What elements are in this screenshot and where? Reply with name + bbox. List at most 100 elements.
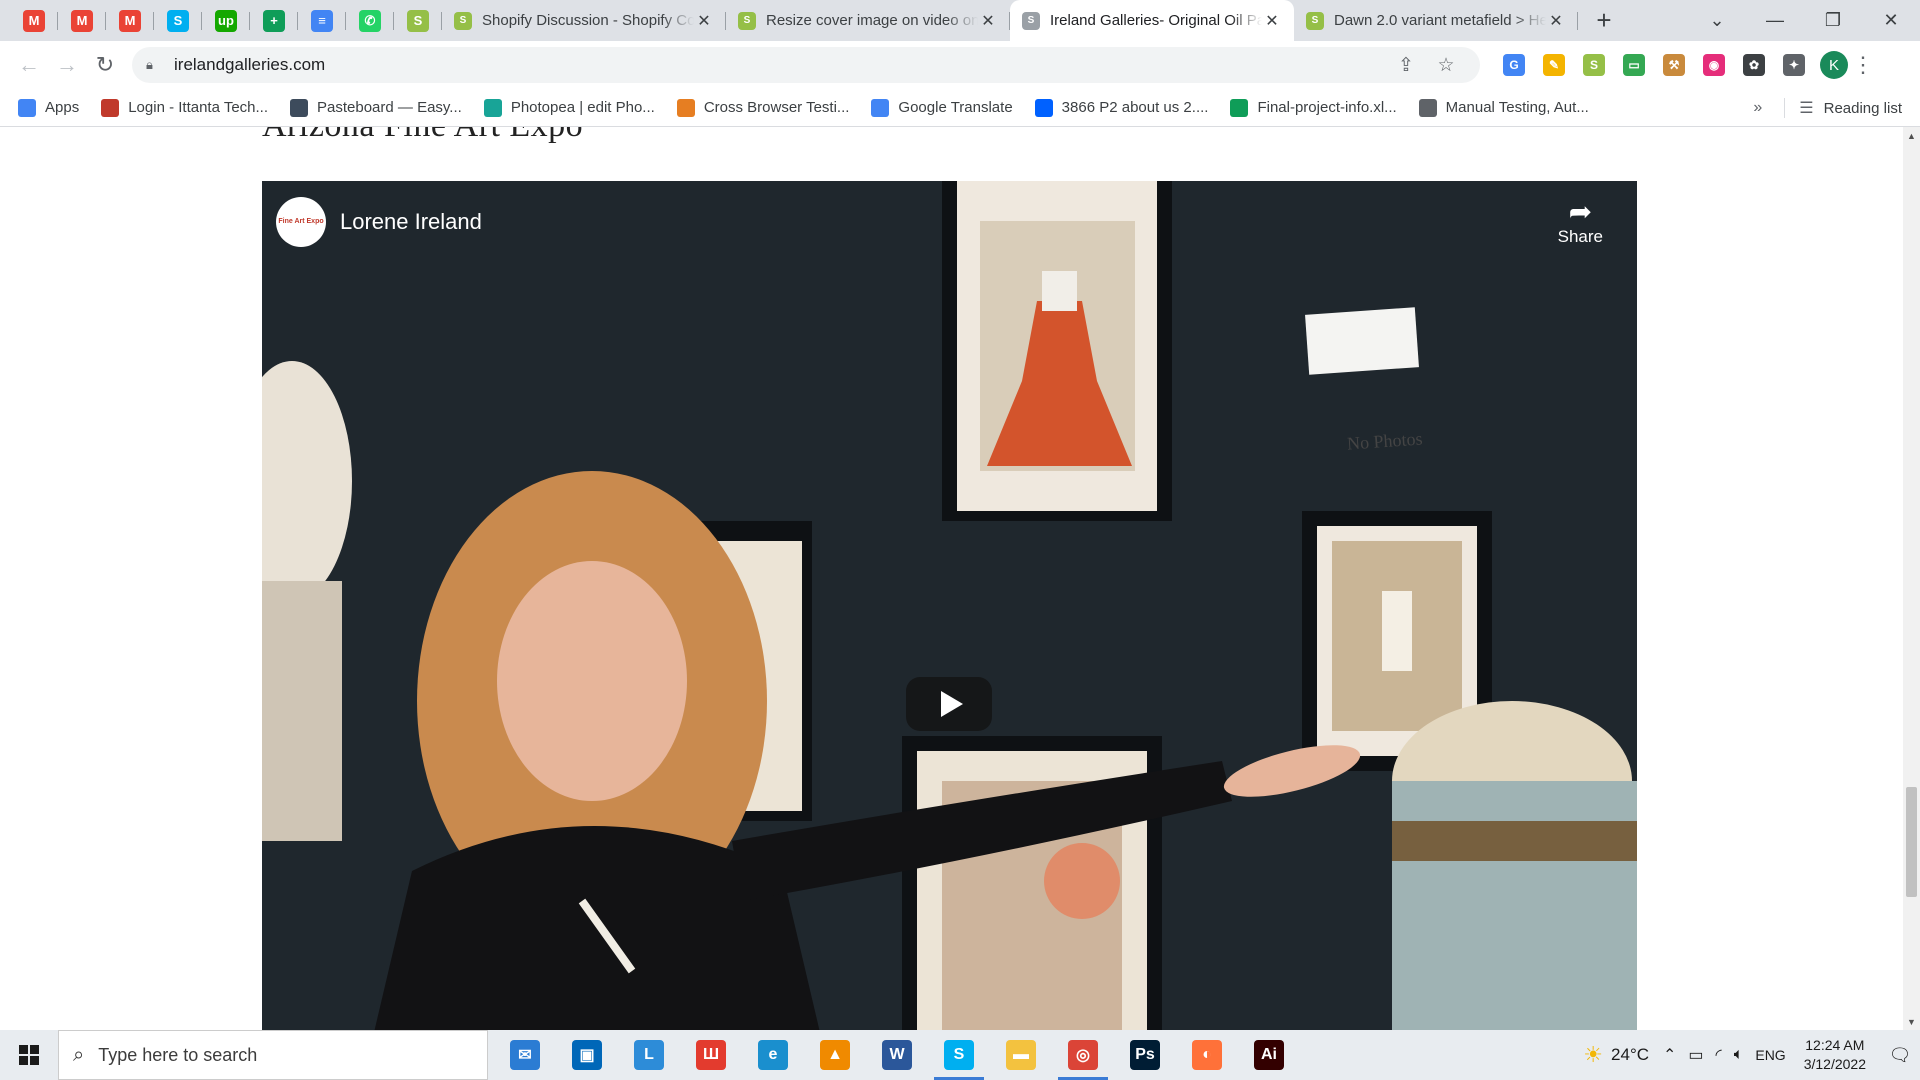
profile-avatar[interactable]: K	[1820, 51, 1848, 79]
forward-button[interactable]: →	[48, 46, 86, 84]
channel-name[interactable]: Lorene Ireland	[340, 209, 482, 235]
dropbox-icon	[1034, 98, 1053, 117]
browser-tab[interactable]: S Shopify Discussion - Shopify Community✕	[442, 0, 726, 41]
window-controls: ⌄ — ❐ ✕	[1688, 0, 1920, 41]
notifications-icon[interactable]: 🗨︎	[1880, 1045, 1920, 1066]
pinned-tab[interactable]: up	[202, 0, 250, 41]
bookmark-label: Cross Browser Testi...	[703, 99, 850, 116]
scrollbar-thumb[interactable]	[1906, 787, 1917, 897]
reload-button[interactable]: ↻	[86, 46, 124, 84]
taskbar-app[interactable]: Ш	[680, 1030, 742, 1080]
web-page: Arizona Fine Art Expo	[0, 127, 1920, 1030]
play-icon	[941, 691, 963, 717]
new-tab-button[interactable]: +	[1584, 0, 1624, 41]
bookmark-item[interactable]: Cross Browser Testi...	[676, 98, 850, 117]
pinned-tab[interactable]: M	[106, 0, 154, 41]
video-share-button[interactable]: ➦ Share	[1558, 197, 1603, 247]
pinned-tab[interactable]: ✆	[346, 0, 394, 41]
bookmark-item[interactable]: Pasteboard — Easy...	[290, 98, 462, 117]
ireland-galleries-icon: S	[1022, 11, 1040, 30]
pencil-ext-icon: ✎	[1543, 54, 1565, 76]
scroll-down-arrow[interactable]: ▼	[1903, 1013, 1920, 1030]
sheets-icon	[1230, 98, 1249, 117]
extension-button[interactable]: ✿	[1734, 45, 1774, 85]
tab-close-icon[interactable]: ✕	[694, 11, 714, 31]
taskbar-app[interactable]: Ps	[1114, 1030, 1176, 1080]
extension-button[interactable]: ✦	[1774, 45, 1814, 85]
extension-button[interactable]: G	[1494, 45, 1534, 85]
pinned-tab[interactable]: S	[154, 0, 202, 41]
back-button[interactable]: ←	[10, 46, 48, 84]
play-button[interactable]	[906, 677, 992, 731]
tab-strip: M M M Sup + ≡ ✆ S S Shopify Discussion - Shopify…	[0, 0, 1920, 41]
extension-button[interactable]: ◉	[1694, 45, 1734, 85]
browser-tab[interactable]: S Dawn 2.0 variant metafield > Help ✕	[1294, 0, 1578, 41]
pinned-tab[interactable]: M	[10, 0, 58, 41]
extension-button[interactable]: ✎	[1534, 45, 1574, 85]
pinned-tab[interactable]: +	[250, 0, 298, 41]
taskbar-app[interactable]: ◎	[1052, 1030, 1114, 1080]
taskbar-app[interactable]: ▬	[990, 1030, 1052, 1080]
pinned-tab[interactable]: M	[58, 0, 106, 41]
url-text[interactable]: irelandgalleries.com	[174, 55, 1386, 75]
browser-menu-icon[interactable]: ⋮	[1848, 52, 1878, 78]
extension-button[interactable]: ⚒	[1654, 45, 1694, 85]
browser-tab[interactable]: S Resize cover image on video on Ireland✕	[726, 0, 1010, 41]
video-player[interactable]: Fine Art Expo Lorene Ireland ➦ Share No …	[262, 181, 1637, 1030]
bookmark-item[interactable]: Apps	[18, 98, 79, 117]
taskbar-app[interactable]: e	[742, 1030, 804, 1080]
pinned-tab[interactable]: S	[394, 0, 442, 41]
address-bar[interactable]: 🔒︎ irelandgalleries.com ⇪ ☆	[132, 47, 1480, 83]
channel-logo[interactable]: Fine Art Expo	[276, 197, 326, 247]
reading-list-button[interactable]: Reading list	[1824, 100, 1902, 117]
photoshop-icon: Ps	[1130, 1040, 1160, 1070]
wifi-icon[interactable]: ◜	[1716, 1045, 1722, 1065]
bookmarks-overflow-button[interactable]: »	[1753, 99, 1762, 117]
hammer-ext-icon: ⚒	[1663, 54, 1685, 76]
glasses-ext-icon: ▭	[1623, 54, 1645, 76]
bookmark-item[interactable]: Photopea | edit Pho...	[483, 98, 655, 117]
chevron-up-icon[interactable]: ⌃	[1663, 1045, 1676, 1065]
scroll-up-arrow[interactable]: ▲	[1903, 127, 1920, 144]
language-indicator[interactable]: ENG	[1755, 1047, 1785, 1063]
browser-tab[interactable]: S Ireland Galleries- Original Oil Paintin…	[1010, 0, 1294, 41]
taskbar-app[interactable]: S	[928, 1030, 990, 1080]
tab-close-icon[interactable]: ✕	[978, 11, 998, 31]
weather-widget[interactable]: ☀ 24°C	[1583, 1042, 1649, 1068]
start-button[interactable]	[0, 1030, 58, 1080]
taskbar-search[interactable]: ⌕ Type here to search	[58, 1030, 488, 1080]
bookmark-item[interactable]: Manual Testing, Aut...	[1418, 98, 1589, 117]
taskbar-app[interactable]: W	[866, 1030, 928, 1080]
bookmark-item[interactable]: Final-project-info.xl...	[1230, 98, 1397, 117]
taskbar-app[interactable]: L	[618, 1030, 680, 1080]
extension-button[interactable]: ▭	[1614, 45, 1654, 85]
bookmark-star-icon[interactable]: ☆	[1426, 54, 1466, 77]
firefox-icon: ◐	[1192, 1040, 1222, 1070]
taskbar-app[interactable]: ◐	[1176, 1030, 1238, 1080]
volume-icon[interactable]: 🔈︎	[1734, 1046, 1744, 1064]
battery-icon[interactable]: ▭	[1688, 1045, 1703, 1065]
tab-close-icon[interactable]: ✕	[1546, 11, 1566, 31]
bookmark-item[interactable]: Login - Ittanta Tech...	[101, 98, 268, 117]
bookmarks-bar: Apps Login - Ittanta Tech... Pasteboard — …	[0, 89, 1920, 127]
tab-search-button[interactable]: ⌄	[1688, 0, 1746, 41]
tab-close-icon[interactable]: ✕	[1262, 11, 1282, 31]
page-scrollbar[interactable]: ▲ ▼	[1903, 127, 1920, 1030]
pinned-tab[interactable]: ≡	[298, 0, 346, 41]
bookmark-item[interactable]: 3866 P2 about us 2....	[1034, 98, 1209, 117]
extension-button[interactable]: S	[1574, 45, 1614, 85]
vlc-icon: ▲	[820, 1040, 850, 1070]
taskbar-app[interactable]: ✉	[494, 1030, 556, 1080]
bookmark-item[interactable]: Google Translate	[871, 98, 1013, 117]
shopify-ext-icon: S	[1583, 54, 1605, 76]
minimize-button[interactable]: —	[1746, 0, 1804, 41]
taskbar-app[interactable]: ▣	[556, 1030, 618, 1080]
close-window-button[interactable]: ✕	[1862, 0, 1920, 41]
share-page-icon[interactable]: ⇪	[1386, 54, 1426, 77]
bookmark-label: 3866 P2 about us 2....	[1061, 99, 1209, 116]
clock[interactable]: 12:24 AM 3/12/2022	[1804, 1036, 1866, 1074]
video-channel[interactable]: Fine Art Expo Lorene Ireland	[276, 197, 482, 247]
maximize-button[interactable]: ❐	[1804, 0, 1862, 41]
taskbar-app[interactable]: ▲	[804, 1030, 866, 1080]
taskbar-app[interactable]: Ai	[1238, 1030, 1300, 1080]
